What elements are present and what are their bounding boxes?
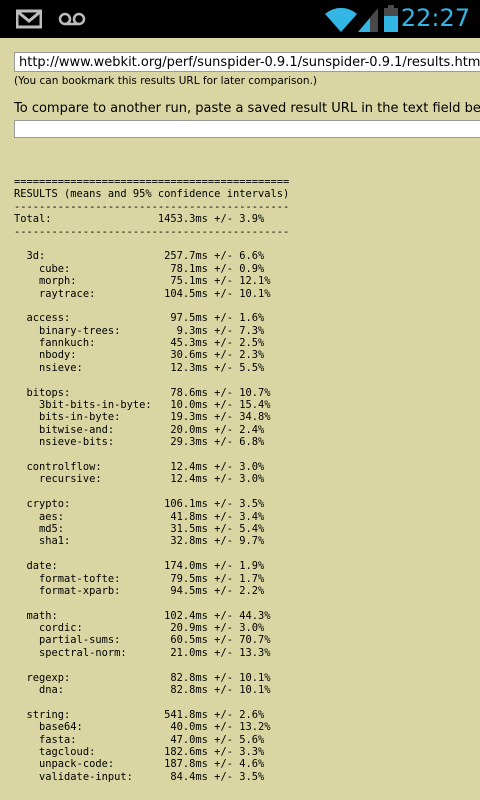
result-line: dna: 82.8ms +/- 10.1% [14, 684, 271, 697]
result-line: date: 174.0ms +/- 1.9% [14, 560, 265, 573]
result-line: nbody: 30.6ms +/- 2.3% [14, 349, 265, 362]
results-report: ========================================… [14, 176, 289, 783]
gmail-icon [15, 0, 43, 38]
bookmark-note: (You can bookmark this results URL for l… [14, 75, 318, 87]
result-line [14, 659, 289, 671]
compare-instructions: To compare to another run, paste a saved… [14, 101, 480, 116]
result-line: bits-in-byte: 19.3ms +/- 34.8% [14, 411, 271, 424]
results-url-field[interactable]: http://www.webkit.org/perf/sunspider-0.9… [14, 52, 480, 72]
result-line: ----------------------------------------… [14, 225, 290, 238]
result-line: bitops: 78.6ms +/- 10.7% [14, 386, 271, 399]
result-line: tagcloud: 182.6ms +/- 3.3% [14, 745, 265, 758]
result-line: validate-input: 84.4ms +/- 3.5% [14, 770, 265, 783]
result-line: nsieve-bits: 29.3ms +/- 6.8% [14, 436, 265, 449]
result-line [14, 486, 289, 498]
result-line: access: 97.5ms +/- 1.6% [14, 312, 265, 325]
result-line: recursive: 12.4ms +/- 3.0% [14, 473, 265, 486]
result-line: morph: 75.1ms +/- 12.1% [14, 275, 271, 288]
voicemail-icon [58, 0, 86, 38]
result-line: string: 541.8ms +/- 2.6% [14, 708, 265, 721]
result-line: format-tofte: 79.5ms +/- 1.7% [14, 572, 265, 585]
wifi-icon [324, 0, 358, 38]
result-line: sha1: 32.8ms +/- 9.7% [14, 535, 265, 548]
result-line: ----------------------------------------… [14, 200, 290, 213]
status-bar: 22:27 [0, 0, 480, 38]
result-line: RESULTS (means and 95% confidence interv… [14, 188, 290, 201]
result-line: 3d: 257.7ms +/- 6.6% [14, 250, 265, 263]
result-line [14, 548, 289, 560]
result-line: format-xparb: 94.5ms +/- 2.2% [14, 584, 265, 597]
result-line: cordic: 20.9ms +/- 3.0% [14, 622, 265, 635]
result-line: bitwise-and: 20.0ms +/- 2.4% [14, 423, 265, 436]
result-line [14, 238, 289, 250]
result-line: regexp: 82.8ms +/- 10.1% [14, 671, 271, 684]
result-line [14, 597, 289, 609]
result-line [14, 449, 289, 461]
result-line: base64: 40.0ms +/- 13.2% [14, 721, 271, 734]
result-line: md5: 31.5ms +/- 5.4% [14, 522, 265, 535]
result-line: raytrace: 104.5ms +/- 10.1% [14, 287, 271, 300]
result-line: fannkuch: 45.3ms +/- 2.5% [14, 337, 265, 350]
result-line: fasta: 47.0ms +/- 5.6% [14, 733, 265, 746]
result-line: Total: 1453.3ms +/- 3.9% [14, 213, 265, 226]
result-line: ========================================… [14, 176, 290, 188]
result-line: nsieve: 12.3ms +/- 5.5% [14, 361, 265, 374]
battery-icon [383, 0, 399, 38]
result-line [14, 696, 289, 708]
result-line: controlflow: 12.4ms +/- 3.0% [14, 460, 265, 473]
web-page: http://www.webkit.org/perf/sunspider-0.9… [0, 38, 480, 800]
result-line: math: 102.4ms +/- 44.3% [14, 609, 271, 622]
status-clock: 22:27 [400, 4, 470, 32]
result-line: aes: 41.8ms +/- 3.4% [14, 510, 265, 523]
result-line: 3bit-bits-in-byte: 10.0ms +/- 15.4% [14, 399, 271, 412]
result-line: binary-trees: 9.3ms +/- 7.3% [14, 324, 265, 337]
result-line [14, 374, 289, 386]
result-line: spectral-norm: 21.0ms +/- 13.3% [14, 646, 271, 659]
compare-url-input[interactable] [14, 120, 480, 138]
result-line: crypto: 106.1ms +/- 3.5% [14, 498, 265, 511]
result-line: unpack-code: 187.8ms +/- 4.6% [14, 758, 265, 771]
signal-icon [356, 0, 380, 38]
result-line [14, 300, 289, 312]
result-line: cube: 78.1ms +/- 0.9% [14, 262, 265, 275]
result-line: partial-sums: 60.5ms +/- 70.7% [14, 634, 271, 647]
